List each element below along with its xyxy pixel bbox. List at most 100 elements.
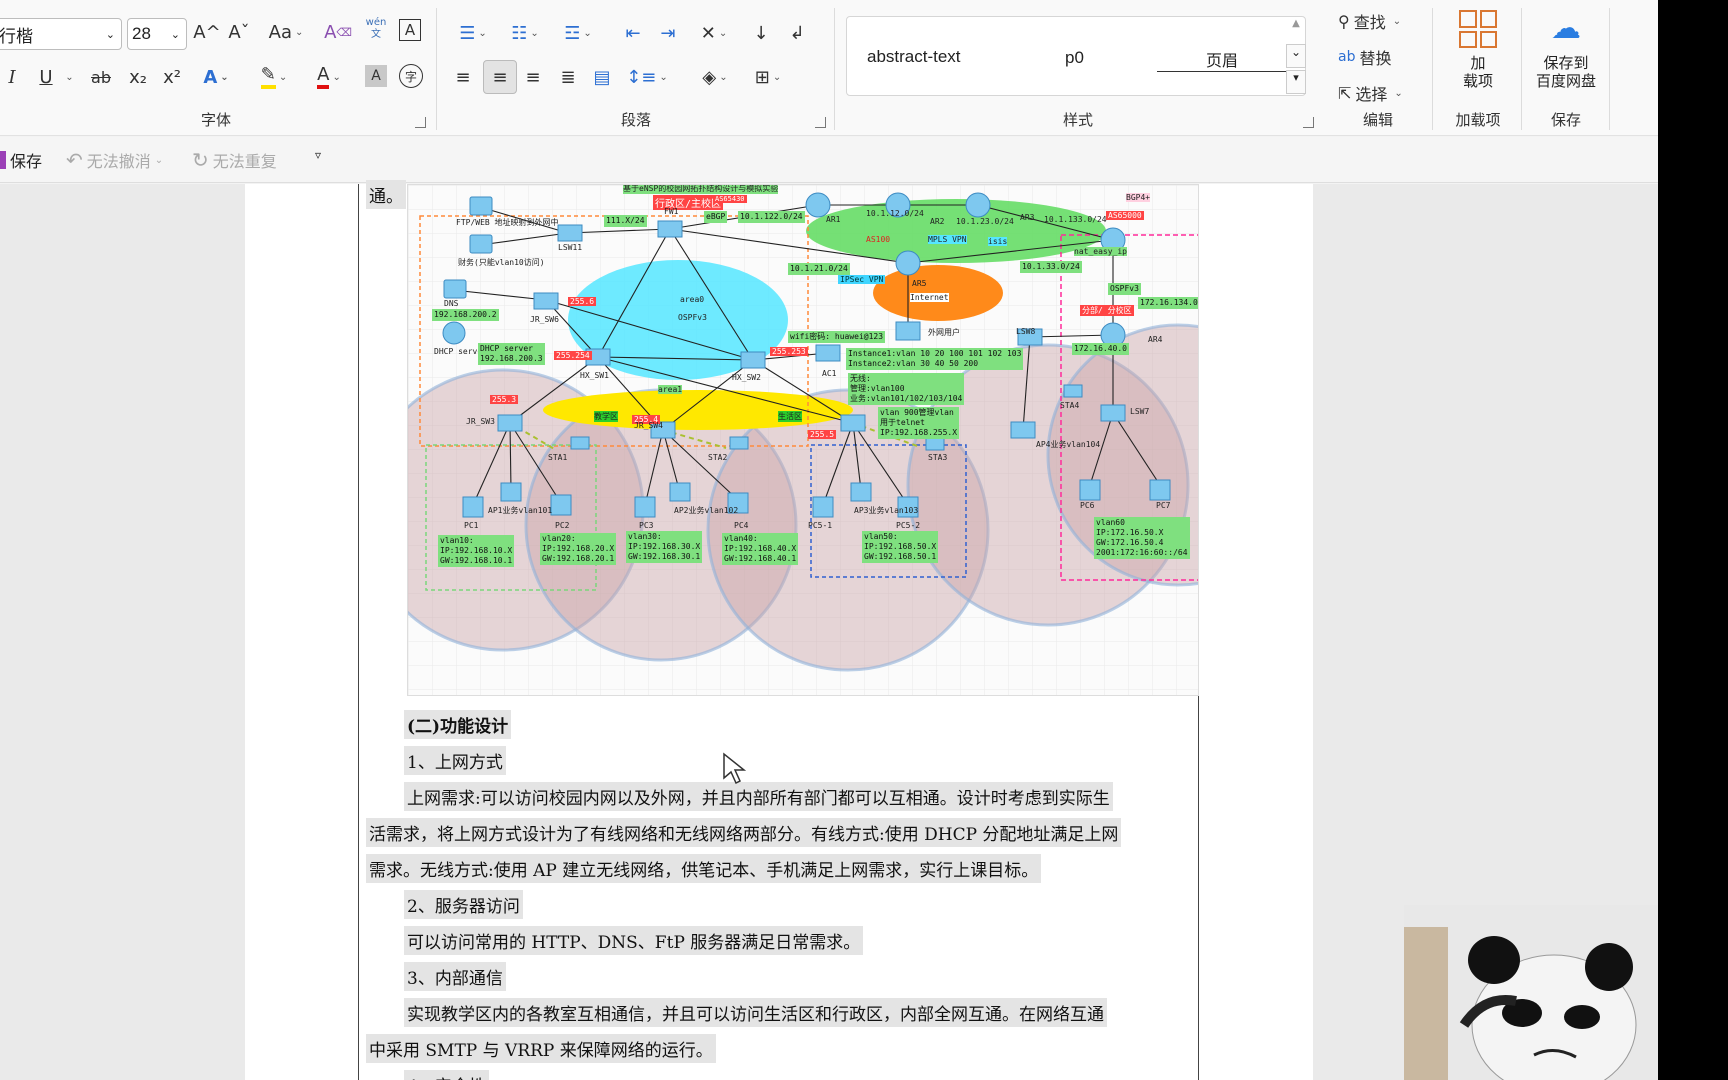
diagram-internet: Internet <box>910 293 949 302</box>
diagram-ap4: AP4业务vlan104 <box>1036 440 1101 449</box>
increase-indent-button[interactable]: ⇥ <box>655 18 681 48</box>
diagram-ospfv3-right: OSPFv3 <box>1108 283 1141 295</box>
paragraph-dialog-launcher[interactable] <box>815 117 826 128</box>
paragraph-1-line-1: 上网需求:可以访问校园内网以及外网，并且内部所有部门都可以互相通。设计时考虑到实… <box>404 782 1113 811</box>
borders-button[interactable]: ⊞ ⌄ <box>746 62 790 92</box>
underline-options[interactable]: ⌄ <box>62 62 74 92</box>
diagram-jr-sw6: JR_SW6 <box>530 315 559 324</box>
font-color-icon: A <box>317 65 330 89</box>
diagram-ar3: AR3 <box>1020 213 1035 222</box>
grid-icon <box>1459 10 1497 48</box>
editing-group: ⚲ 查找 ⌄ ab 替换 ⇱ 选择 ⌄ 编辑 <box>1326 0 1430 136</box>
diagram-net8: 172.16.134.0 <box>1138 297 1198 309</box>
justify-button[interactable]: ≣ <box>555 62 581 92</box>
char-border-button[interactable]: A <box>399 19 421 41</box>
change-case-button[interactable]: Aa ⌄ <box>265 17 307 47</box>
multilevel-list-button[interactable]: ☲ ⌄ <box>557 18 599 48</box>
diagram-area1: area1 <box>658 385 683 394</box>
outdent-icon: ⇤ <box>625 22 641 44</box>
phonetic-guide-button[interactable]: wén 文 <box>362 14 390 44</box>
qat-customize-button[interactable]: ▿ <box>315 148 321 162</box>
qat-undo-button[interactable]: ↶ 无法撤消 ⌄ <box>66 148 163 172</box>
redo-icon: ↻ <box>192 148 209 172</box>
top-fragment: 通。 <box>366 180 406 209</box>
styles-expand[interactable]: ▾ <box>1286 70 1306 94</box>
highlight-button[interactable]: ✎ ⌄ <box>254 62 294 92</box>
diagram-ap3: AP3业务vlan103 <box>854 506 919 515</box>
diagram-sta1: STA1 <box>548 453 568 462</box>
distributed-icon: ▤ <box>593 66 611 88</box>
chevron-down-icon: ⌄ <box>1394 87 1403 99</box>
diagram-pc7: PC7 <box>1156 501 1171 510</box>
qat-redo-button[interactable]: ↻ 无法重复 <box>192 148 277 172</box>
qat-save-button[interactable]: 保存 <box>0 148 42 172</box>
highlighter-icon: ✎ <box>260 65 276 89</box>
strikethrough-button[interactable]: ab <box>88 62 114 92</box>
shading-button[interactable]: ◈ ⌄ <box>693 62 737 92</box>
numbering-button[interactable]: ☷ ⌄ <box>504 18 546 48</box>
diagram-net3: 10.1.23.0/24 <box>956 217 1014 226</box>
decrease-indent-button[interactable]: ⇤ <box>620 18 646 48</box>
save-baidu-button[interactable]: ☁ 保存到 百度网盘 <box>1528 11 1604 91</box>
grow-font-button[interactable]: A^ <box>193 17 220 47</box>
align-left-button[interactable]: ≡ <box>450 62 476 92</box>
font-color-button[interactable]: A ⌄ <box>309 62 349 92</box>
align-left-icon: ≡ <box>455 66 471 88</box>
bullets-button[interactable]: ☰ ⌄ <box>452 18 494 48</box>
chevron-down-icon[interactable]: ⌄ <box>171 28 180 41</box>
network-diagram: 基于eNSP的校园网拓扑结构设计与模拟实验 行政区/主校区 AS65430 FT… <box>407 184 1199 696</box>
align-right-button[interactable]: ≡ <box>520 62 546 92</box>
chevron-down-icon[interactable]: ⌄ <box>106 28 115 41</box>
diagram-ebgp: eBGP <box>704 211 728 223</box>
shrink-font-button[interactable]: Aˇ <box>226 17 252 47</box>
mouse-cursor-icon <box>723 752 747 785</box>
screen-edge <box>1658 0 1728 1080</box>
styles-dialog-launcher[interactable] <box>1303 117 1314 128</box>
styles-scroll-down[interactable]: ⌄ <box>1286 44 1306 68</box>
diagram-tag-as65430: AS65430 <box>713 195 747 203</box>
styles-scroll-up[interactable]: ▲ <box>1286 18 1306 42</box>
sort-button[interactable]: ↓ <box>746 18 776 48</box>
show-marks-button[interactable]: ↲ <box>784 18 810 48</box>
diagram-as100: AS100 <box>866 235 891 244</box>
diagram-pc6: PC6 <box>1080 501 1095 510</box>
styles-gallery: abstract-text p0 页眉 <box>846 16 1306 96</box>
diagram-wifi: wifi密码: huawei@123 <box>788 331 886 343</box>
distributed-button[interactable]: ▤ <box>589 62 615 92</box>
undo-icon: ↶ <box>66 148 83 172</box>
cloud-icon: ☁ <box>1551 11 1581 46</box>
line-spacing-button[interactable]: ↕≡ ⌄ <box>625 62 669 92</box>
chevron-down-icon: ⌄ <box>718 27 728 39</box>
asian-layout-button[interactable]: ✕ ⌄ <box>693 18 735 48</box>
justify-icon: ≣ <box>560 66 576 88</box>
style-abstract-text[interactable]: abstract-text <box>867 47 961 67</box>
subheading-4: 4、安全性 <box>404 1070 489 1080</box>
subscript-button[interactable]: x₂ <box>127 62 149 92</box>
diagram-hx2: HX_SW2 <box>732 373 761 382</box>
chevron-down-icon: ⌄ <box>583 27 592 39</box>
diagram-lsw11: LSW11 <box>558 243 583 252</box>
addins-button[interactable]: 加 载项 <box>1456 10 1500 90</box>
cursor-icon: ⇱ <box>1338 83 1352 103</box>
superscript-button[interactable]: x² <box>161 62 183 92</box>
borders-icon: ⊞ <box>754 66 770 88</box>
diagram-ftp: FTP/WEB 地址映射到外网中 <box>456 218 559 227</box>
diagram-ipsec: IPSec VPN <box>838 275 886 284</box>
text-effect-button[interactable]: A ⌄ <box>197 62 235 92</box>
align-center-button[interactable]: ≡ <box>483 60 517 94</box>
replace-button[interactable]: ab 替换 <box>1338 42 1391 72</box>
clear-format-button[interactable]: A ⌫ <box>324 17 352 47</box>
font-name-combo[interactable]: 行楷 ⌄ <box>0 18 122 50</box>
italic-button[interactable]: I <box>2 62 22 92</box>
underline-button[interactable]: U <box>36 62 56 92</box>
style-header[interactable]: 页眉 <box>1157 47 1287 72</box>
font-size-combo[interactable]: 28 ⌄ <box>127 18 187 50</box>
search-icon: ⚲ <box>1338 11 1350 31</box>
font-dialog-launcher[interactable] <box>415 117 426 128</box>
enclose-char-button[interactable]: 字 <box>399 64 423 88</box>
find-button[interactable]: ⚲ 查找 ⌄ <box>1338 6 1401 36</box>
select-button[interactable]: ⇱ 选择 ⌄ <box>1338 78 1403 108</box>
char-shading-button[interactable]: A <box>365 65 387 87</box>
chevron-down-icon: ⌄ <box>332 71 341 83</box>
style-p0[interactable]: p0 <box>1065 48 1084 68</box>
